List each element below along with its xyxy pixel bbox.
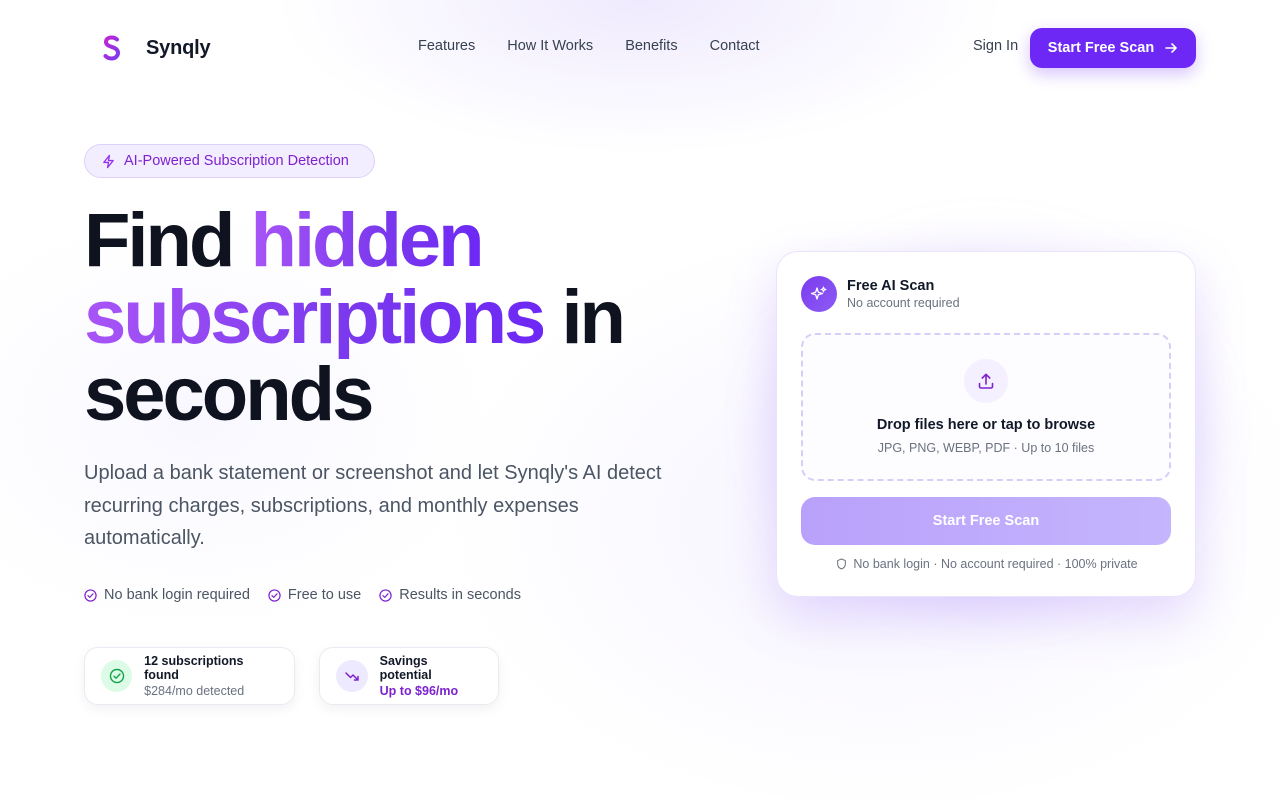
headline-highlight-subscriptions: subscriptions — [84, 275, 546, 360]
stat-card-subscriptions: 12 subscriptions found $284/mo detected — [84, 647, 295, 705]
check-circle-icon — [268, 588, 281, 602]
start-free-scan-button[interactable]: Start Free Scan — [801, 497, 1171, 545]
top-navigation: Synqly Features How It Works Benefits Co… — [0, 0, 1280, 95]
headline-part-in: in — [561, 275, 626, 360]
check-label: Free to use — [287, 587, 362, 603]
stat-title: Savings potential — [379, 654, 432, 682]
start-free-scan-nav-button[interactable]: Start Free Scan — [1030, 28, 1196, 68]
sign-in-link[interactable]: Sign In — [973, 38, 1018, 54]
check-label: No bank login required — [104, 587, 250, 603]
check-item: No bank login required — [84, 587, 250, 603]
nav-link-features[interactable]: Features — [418, 38, 475, 54]
card-subtitle: No account required — [847, 296, 960, 310]
headline-highlight-hidden: hidden — [250, 198, 485, 283]
hero-headline: Find hidden subscriptions in seconds — [84, 202, 724, 433]
arrow-right-icon — [1165, 43, 1177, 53]
hero-badge: AI-Powered Subscription Detection — [84, 144, 375, 178]
upload-icon-wrap — [964, 359, 1008, 403]
privacy-text: No bank login · No account required · 10… — [853, 557, 1138, 571]
check-item: Results in seconds — [379, 587, 521, 603]
sparkles-icon — [810, 286, 827, 300]
card-icon-wrap — [801, 276, 837, 312]
stat-icon-wrap — [336, 660, 368, 692]
check-circle-icon — [109, 668, 124, 684]
feature-checklist: No bank login required Free to use Resul… — [84, 587, 521, 603]
nav-links: Features How It Works Benefits Contact — [418, 38, 760, 54]
nav-link-how-it-works[interactable]: How It Works — [507, 38, 593, 54]
upload-icon — [978, 373, 994, 389]
stats-row: 12 subscriptions found $284/mo detected … — [84, 647, 499, 705]
dropzone-title: Drop files here or tap to browse — [876, 417, 1096, 433]
stat-sub: Up to $96/mo — [379, 684, 459, 698]
file-dropzone[interactable]: Drop files here or tap to browse JPG, PN… — [801, 333, 1171, 481]
stat-icon-wrap — [101, 660, 133, 692]
check-circle-icon — [379, 588, 392, 602]
nav-link-benefits[interactable]: Benefits — [625, 38, 677, 54]
check-item: Free to use — [268, 587, 361, 603]
dropzone-formats: JPG, PNG, WEBP, PDF · Up to 10 files — [877, 441, 1095, 455]
logo-link[interactable]: Synqly — [100, 34, 211, 62]
shield-icon — [837, 558, 847, 570]
check-label: Results in seconds — [399, 587, 521, 603]
privacy-note: No bank login · No account required · 10… — [777, 557, 1197, 571]
trending-down-icon — [345, 672, 359, 681]
hero-subtext: Upload a bank statement or screenshot an… — [84, 462, 662, 549]
card-header: Free AI Scan No account required — [801, 276, 960, 312]
nav-link-contact[interactable]: Contact — [710, 38, 760, 54]
check-circle-icon — [84, 588, 97, 602]
headline-part-seconds: seconds — [84, 352, 374, 437]
cta-label: Start Free Scan — [1047, 40, 1155, 56]
lightning-icon — [103, 154, 114, 168]
synqly-logo-icon — [103, 35, 121, 61]
card-title: Free AI Scan — [847, 278, 935, 294]
stat-sub: $284/mo detected — [144, 684, 245, 698]
free-scan-card: Free AI Scan No account required Drop fi… — [776, 251, 1196, 597]
headline-part-find: Find — [84, 198, 235, 283]
badge-text: AI-Powered Subscription Detection — [124, 153, 349, 169]
brand-name: Synqly — [146, 36, 211, 59]
stat-title: 12 subscriptions found — [144, 654, 244, 682]
stat-card-savings: Savings potential Up to $96/mo — [319, 647, 499, 705]
